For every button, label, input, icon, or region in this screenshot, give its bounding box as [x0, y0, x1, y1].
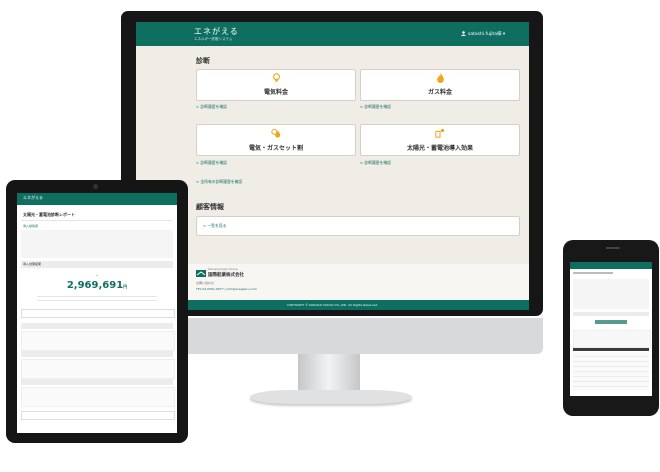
desktop-monitor-stand-base	[250, 390, 412, 404]
tablet-select[interactable]	[21, 309, 175, 318]
solar-battery-icon	[361, 128, 519, 140]
desktop-screen: エネがえる エネルギー診断システム satoshi.fujita様 ▾ 診断 電…	[136, 22, 529, 310]
tablet-table-header	[21, 323, 173, 329]
copyright-bar: COPYRIGHT © KOKUSAI KOGYO CO.,LTD. All R…	[136, 300, 529, 310]
phone-table-block	[573, 330, 651, 348]
customer-list-link[interactable]: > 一覧を見る	[203, 223, 226, 229]
card-label: 太陽光・蓄電池導入効果	[406, 145, 473, 152]
card-electricity-gas-set[interactable]: 電気・ガスセット割	[196, 124, 356, 156]
section-title-diagnosis: 診断	[196, 57, 210, 65]
section-title-customer: 顧客情報	[196, 203, 224, 211]
brand-subtitle: エネルギー診断システム	[194, 37, 233, 41]
bulb-flame-icon	[197, 128, 355, 140]
phone-header	[570, 262, 652, 269]
history-link-solar[interactable]: > 診断履歴を確認	[360, 160, 391, 166]
result-amount-unit: 円	[123, 284, 128, 289]
flame-icon	[361, 73, 519, 85]
tablet-brand[interactable]: エネがえる	[23, 195, 43, 201]
desktop-monitor-stand-neck	[298, 354, 360, 394]
company-logo-icon	[196, 270, 206, 277]
phone-screen	[570, 262, 652, 396]
tablet-table-header	[21, 351, 173, 357]
history-link-electricity[interactable]: > 診断履歴を確認	[196, 104, 227, 110]
phone-result-value	[595, 320, 627, 324]
tablet-camera	[93, 184, 98, 189]
tablet-result-caption: ─	[95, 273, 99, 278]
tablet-basic-info-label: 導入前情報	[23, 224, 39, 228]
tablet-header: エネがえる	[17, 193, 177, 205]
contact-info[interactable]: TEL 03-6361-6877 | info@enegaeru.com	[196, 287, 257, 291]
card-label: 電気・ガスセット割	[248, 145, 303, 152]
app-header: エネがえる エネルギー診断システム satoshi.fujita様 ▾	[136, 22, 529, 46]
tablet-table-header	[21, 379, 173, 385]
result-amount-value: 2,969,691	[66, 280, 124, 291]
tablet-section-bar: 導入効果結果	[21, 261, 173, 268]
card-electricity[interactable]: 電気料金	[196, 69, 356, 101]
tablet-table-row	[21, 359, 175, 379]
company-subtitle: Kokusai Kogyo Group	[208, 267, 238, 271]
phone-speaker	[606, 247, 620, 249]
tablet-result-amount: 2,969,691円	[17, 280, 177, 291]
card-gas[interactable]: ガス料金	[360, 69, 520, 101]
tablet-select[interactable]	[21, 411, 175, 420]
phone-table-header	[573, 348, 649, 351]
card-label: 電気料金	[263, 89, 288, 96]
card-solar-battery[interactable]: 太陽光・蓄電池導入効果	[360, 124, 520, 156]
tablet-info-table	[21, 230, 173, 258]
phone-title-line	[573, 272, 613, 274]
tablet-table-row	[21, 331, 175, 351]
brand-logo[interactable]: エネがえる	[194, 26, 239, 37]
history-link-gas[interactable]: > 診断履歴を確認	[360, 104, 391, 110]
customer-list-card[interactable]: > 一覧を見る	[196, 216, 520, 236]
tablet-screen: エネがえる 太陽光・蓄電池診断レポート 導入前情報 導入効果結果 ─ 2,969…	[17, 193, 177, 433]
phone-table-rows	[573, 352, 649, 390]
user-menu[interactable]: satoshi.fujita様 ▾	[468, 31, 505, 37]
lightbulb-icon	[197, 73, 355, 85]
user-icon	[461, 31, 466, 36]
tablet-table-row	[21, 387, 175, 407]
tablet-report-title: 太陽光・蓄電池診断レポート	[23, 212, 75, 217]
history-link-set[interactable]: > 診断履歴を確認	[196, 160, 227, 166]
phone-info-block	[573, 279, 649, 309]
all-history-link[interactable]: > 全所有の診断履歴を確認	[196, 179, 242, 185]
phone-section-bar	[573, 312, 649, 316]
support-label: お問い合わせ	[196, 281, 215, 285]
company-name: 国際航業株式会社	[208, 273, 244, 278]
tablet-result-label: 導入効果結果	[23, 262, 42, 266]
card-label: ガス料金	[427, 89, 452, 96]
